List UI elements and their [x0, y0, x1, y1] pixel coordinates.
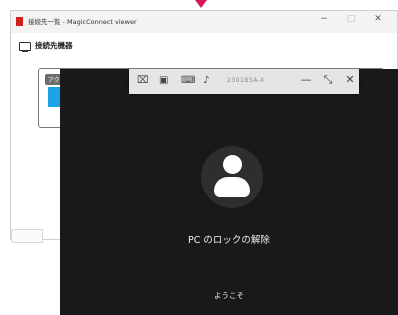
disconnect-icon[interactable]: ⌧ — [137, 75, 149, 86]
welcome-label: ようこそ — [214, 291, 244, 300]
avatar-body — [214, 177, 250, 197]
screen-icon[interactable]: ▣ — [159, 75, 168, 86]
remote-toolbar: ⌧ ▣ ⌨ ♪ 2301B5A-X — ⤡ ✕ — [129, 69, 359, 94]
minimize-button[interactable]: − — [317, 14, 331, 24]
app-logo-icon — [16, 17, 23, 26]
close-button[interactable]: ✕ — [371, 14, 385, 24]
keyboard-icon[interactable]: ⌨ — [181, 75, 195, 86]
remote-hostname: 2301B5A-X — [227, 77, 265, 84]
user-avatar-icon — [201, 146, 263, 208]
unlock-label: PC のロックの解除 — [188, 235, 270, 246]
remote-close-button[interactable]: ✕ — [343, 73, 357, 86]
remote-restore-button[interactable]: ⤡ — [321, 73, 335, 87]
window-title: 接続先一覧 - MagicConnect viewer — [28, 18, 137, 26]
maximize-button[interactable]: □ — [344, 14, 358, 24]
section-title: 接続先機器 — [35, 41, 73, 50]
sound-icon[interactable]: ♪ — [203, 75, 209, 86]
remote-desktop-view[interactable]: ⌧ ▣ ⌨ ♪ 2301B5A-X — ⤡ ✕ PC のロックの解除 ようこそ — [60, 69, 398, 315]
remote-minimize-button[interactable]: — — [299, 73, 313, 86]
window-titlebar: 接続先一覧 - MagicConnect viewer − □ ✕ — [11, 11, 397, 33]
pointer-arrow-icon — [195, 0, 207, 8]
footer-button[interactable] — [11, 229, 43, 243]
monitor-icon — [19, 42, 31, 53]
avatar-head — [223, 155, 242, 174]
